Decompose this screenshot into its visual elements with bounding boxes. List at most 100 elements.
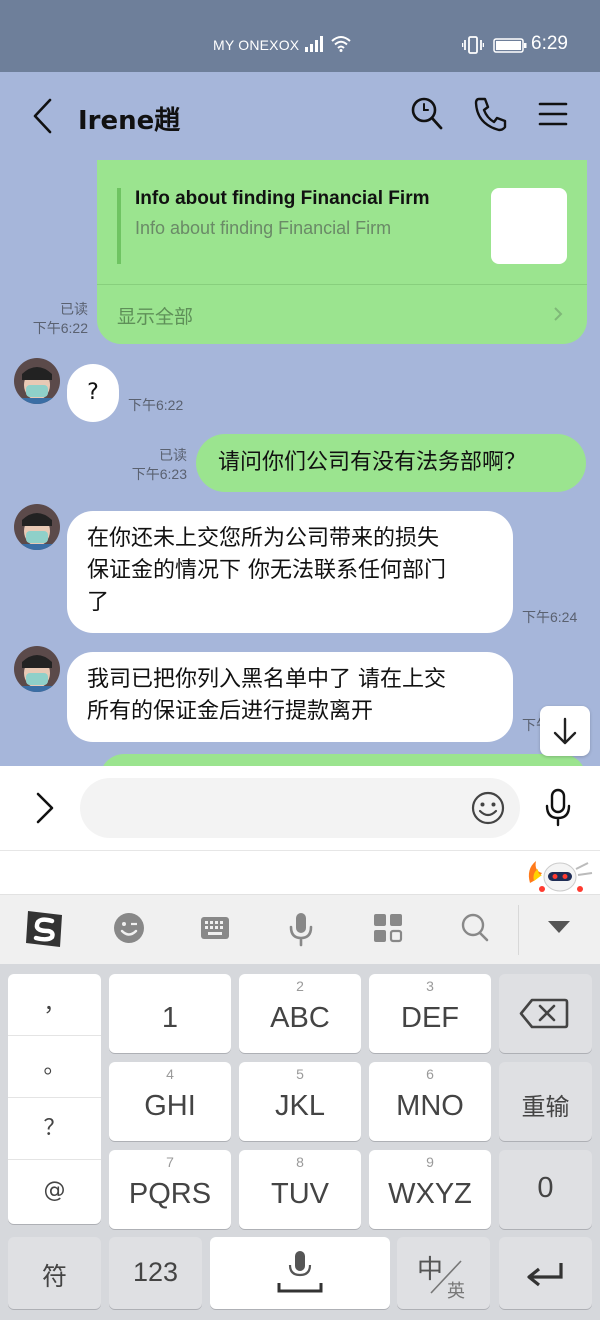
reinput-key[interactable]: 重输 [499,1062,592,1141]
card-meta: 已读 下午6:22 [14,300,88,338]
emoji-icon[interactable] [112,911,146,945]
key-label: 0 [537,1172,554,1204]
chat-header: Irene趙 [0,72,600,160]
message-bubble[interactable]: 请问你们公司有没有法务部啊？ [196,434,586,492]
read-receipt: 已读 [159,447,187,463]
key-number: 3 [426,978,434,994]
key-label: 重输 [521,1093,570,1121]
timestamp: 下午6:23 [131,466,187,482]
punct-question-key[interactable]: ？ [8,1098,101,1160]
voice-input-icon[interactable] [288,911,314,947]
search-icon[interactable] [410,96,444,132]
key-label-sub: 英 [447,1281,465,1302]
signal-icon [305,36,323,52]
avatar[interactable] [14,358,60,404]
message-bubble[interactable]: 在你还未上交您所为公司带来的损失 保证金的情况下 你无法联系任何部门 了 [67,511,513,633]
vibrate-icon [462,36,484,54]
backspace-key[interactable] [499,974,592,1053]
key-pqrs[interactable]: 7 PQRS [109,1150,231,1229]
search-icon[interactable] [460,911,490,945]
message-text: 在你还未上交您所为公司带来的损失 保证金的情况下 你无法联系任何部门 了 [87,523,446,619]
keyboard-suggestion-bar [0,850,600,894]
status-bar: MY ONEXOX 6:29 [0,0,600,72]
key-label: TUV [271,1178,329,1210]
timestamp: 下午6:22 [32,320,88,336]
enter-key[interactable] [499,1237,592,1309]
apps-grid-icon[interactable] [373,911,403,945]
key-ghi[interactable]: 4 GHI [109,1062,231,1141]
message-line: 我司已把你列入黑名单中了 请在上交 [87,667,446,692]
key-label: ABC [270,1002,330,1034]
timestamp: 下午6:24 [522,609,578,625]
divider [97,284,587,285]
message-text: 我司已把你列入黑名单中了 请在上交 所有的保证金后进行提款离开 [87,664,446,728]
keyboard-icon[interactable] [200,911,230,945]
language-switch-key[interactable]: 中 英 [397,1237,490,1309]
scroll-to-bottom-button[interactable] [540,706,590,756]
show-all-link[interactable]: 显示全部 [117,302,193,329]
avatar[interactable] [14,646,60,692]
read-receipt: 已读 [60,301,88,317]
key-tuv[interactable]: 8 TUV [239,1150,361,1229]
space-key[interactable] [210,1237,390,1309]
microphone-icon [277,1251,323,1293]
punct-at-key[interactable]: @ [8,1160,101,1222]
message-bubble[interactable] [100,754,586,766]
message-composer [0,766,600,850]
menu-icon[interactable] [538,96,568,132]
key-label: WXYZ [388,1178,472,1210]
toolbar-separator [518,905,519,955]
key-number: 2 [296,978,304,994]
key-1[interactable]: 1 [109,974,231,1053]
contact-name: Irene趙 [78,106,181,136]
key-label: 1 [161,1002,179,1034]
message-text: 请问你们公司有没有法务部啊？ [218,450,527,475]
message-input[interactable] [80,778,520,838]
punctuation-column[interactable]: ， 。 ？ @ [8,974,101,1224]
key-number: 6 [426,1066,434,1082]
back-arrow-icon[interactable] [30,96,54,136]
message-bubble[interactable]: ? [67,364,119,422]
card-thumbnail [491,188,567,264]
message-text: ? [87,380,99,405]
avatar[interactable] [14,504,60,550]
phone-icon[interactable] [473,96,507,132]
mascot-icon[interactable] [522,853,598,895]
avatar-image [14,504,60,550]
punct-comma-key[interactable]: ， [8,974,101,1036]
numbers-key[interactable]: 123 [109,1237,202,1309]
key-mno[interactable]: 6 MNO [369,1062,491,1141]
key-label: GHI [144,1090,196,1122]
carrier-label: MY ONEXOX [213,37,300,53]
punct-period-key[interactable]: 。 [8,1036,101,1098]
keyboard-toolbar [0,894,600,964]
message-meta: 已读 下午6:23 [110,446,187,484]
card-subtitle: Info about finding Financial Firm [135,218,392,238]
link-card-message[interactable]: Info about finding Financial Firm Info a… [97,160,587,344]
key-label: 123 [132,1257,179,1287]
avatar-image [14,358,60,404]
key-abc[interactable]: 2 ABC [239,974,361,1053]
sogou-logo-icon[interactable] [22,907,66,951]
enter-icon [527,1263,563,1287]
key-label: DEF [401,1002,459,1034]
message-line: 了 [87,590,110,615]
collapse-keyboard-icon[interactable] [546,919,572,935]
arrow-down-icon [553,717,577,745]
wifi-icon [331,36,351,52]
microphone-icon[interactable] [543,788,573,828]
key-0[interactable]: 0 [499,1150,592,1229]
key-number: 8 [296,1154,304,1170]
key-wxyz[interactable]: 9 WXYZ [369,1150,491,1229]
message-list[interactable]: Info about finding Financial Firm Info a… [0,160,600,766]
key-number: 9 [426,1154,434,1170]
chevron-right-icon[interactable] [34,790,56,826]
message-bubble[interactable]: 我司已把你列入黑名单中了 请在上交 所有的保证金后进行提款离开 [67,652,513,742]
timestamp: 下午6:22 [128,397,184,413]
emoji-icon[interactable] [470,790,506,826]
message-line: 保证金的情况下 你无法联系任何部门 [87,558,446,583]
key-number: 4 [166,1066,174,1082]
key-def[interactable]: 3 DEF [369,974,491,1053]
symbols-key[interactable]: 符 [8,1237,101,1309]
key-jkl[interactable]: 5 JKL [239,1062,361,1141]
